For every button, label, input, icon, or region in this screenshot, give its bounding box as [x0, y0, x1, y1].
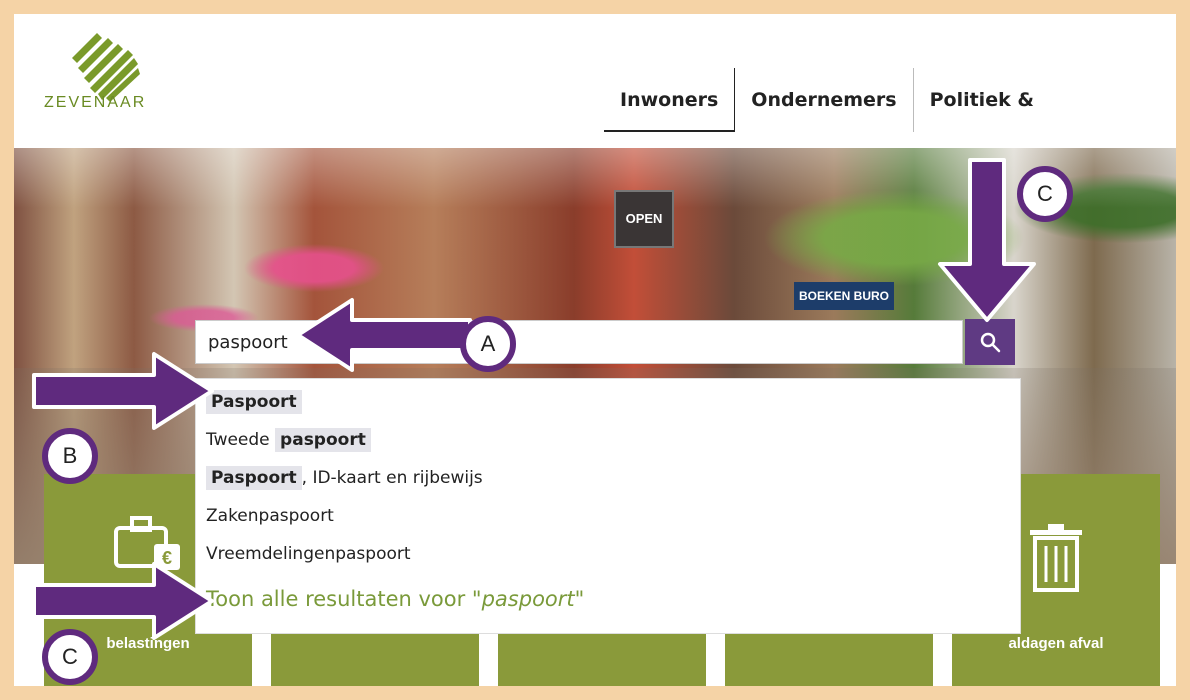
show-all-term: paspoort — [481, 587, 575, 611]
logo-text: ZEVENAAR — [44, 94, 147, 111]
suggestion-item[interactable]: Zakenpaspoort — [206, 501, 334, 531]
annotation-badge-a: A — [460, 316, 516, 372]
main-nav: Inwoners Ondernemers Politiek & Organisa… — [604, 68, 1176, 175]
show-all-suffix: " — [574, 587, 585, 611]
show-all-prefix: Toon alle resultaten voor " — [206, 587, 482, 611]
annotation-badge-c: C — [1017, 166, 1073, 222]
suggestion-item[interactable]: Paspoort, ID-kaart en rijbewijs — [206, 463, 483, 493]
search-button[interactable] — [965, 319, 1015, 365]
suggestion-highlight: Paspoort — [206, 390, 302, 414]
trash-icon — [1030, 524, 1082, 592]
annotation-badge-c: C — [42, 629, 98, 685]
nav-item-politiek-organisatie[interactable]: Politiek & Organisatie — [914, 68, 1176, 175]
suggestion-highlight: paspoort — [275, 428, 371, 452]
search-icon — [980, 332, 1001, 353]
suggestion-item[interactable]: Tweede paspoort — [206, 425, 371, 455]
tile-label: aldagen afval — [1008, 635, 1104, 652]
arrow-a — [296, 298, 472, 372]
suggestion-text: , ID-kaart en rijbewijs — [301, 468, 483, 488]
suggestion-text: Vreemdelingenpaspoort — [206, 544, 411, 564]
shop-sign: BOEKEN BURO — [794, 282, 894, 310]
suggestion-highlight: Paspoort — [206, 466, 302, 490]
annotation-badge-b: B — [42, 428, 98, 484]
nav-item-inwoners[interactable]: Inwoners — [604, 68, 736, 132]
site-header: ZEVENAAR Inwoners Ondernemers Politiek &… — [14, 14, 1176, 175]
nav-item-ondernemers[interactable]: Ondernemers — [735, 68, 912, 132]
open-sign: OPEN — [614, 190, 674, 248]
suggestion-item[interactable]: Paspoort — [206, 387, 302, 417]
search-suggestions: Paspoort Tweede paspoort Paspoort, ID-ka… — [195, 378, 1021, 634]
suggestion-item[interactable]: Vreemdelingenpaspoort — [206, 539, 411, 569]
show-all-results-link[interactable]: Toon alle resultaten voor "paspoort" — [206, 587, 584, 611]
arrow-b — [32, 352, 214, 430]
suggestion-text: Zakenpaspoort — [206, 506, 334, 526]
page-frame: ZEVENAAR Inwoners Ondernemers Politiek &… — [14, 14, 1176, 686]
suggestion-text: Tweede — [206, 430, 276, 450]
